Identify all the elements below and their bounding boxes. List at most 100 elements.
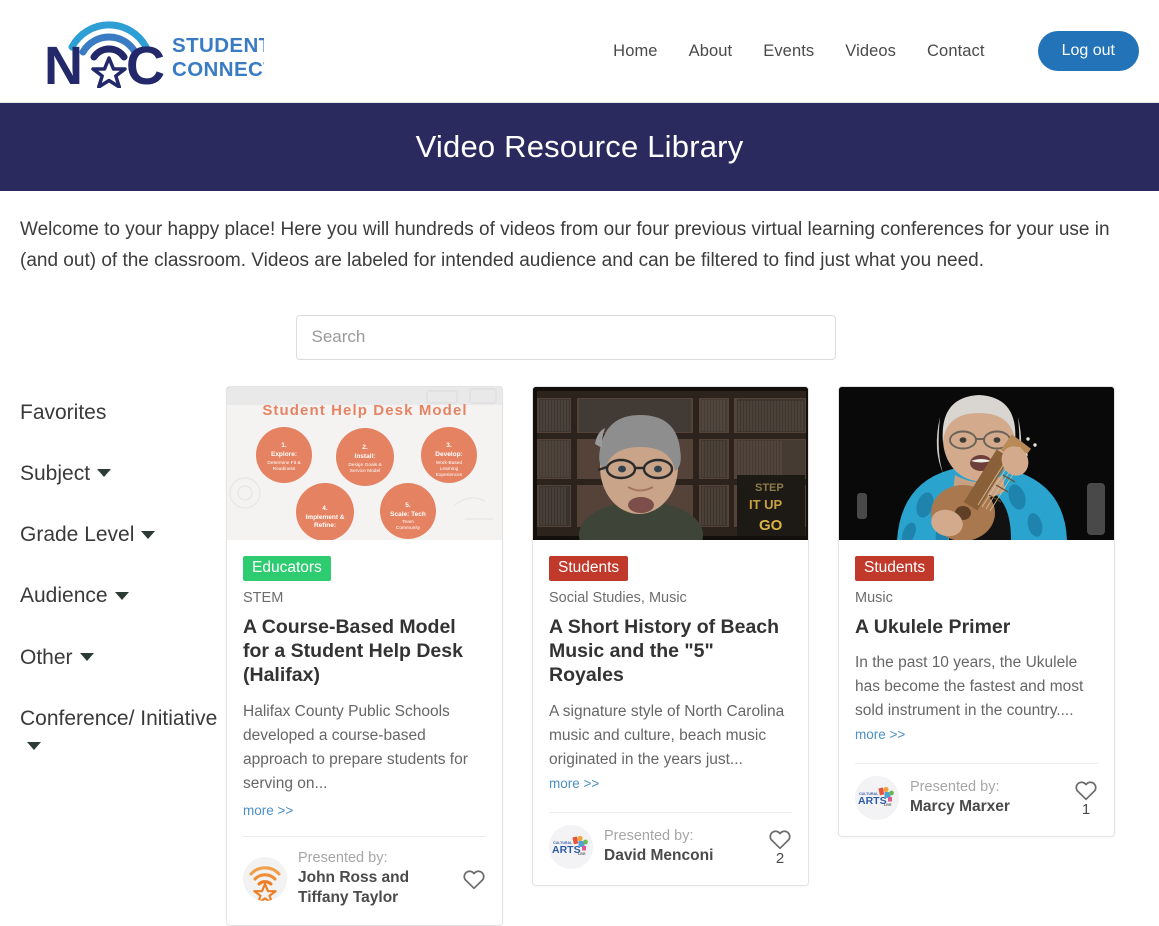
presented-by-label: Presented by: bbox=[604, 827, 694, 844]
video-card[interactable]: Student Help Desk Model 1. Explore: Dete… bbox=[226, 385, 503, 926]
avatar: CULTURAL ARTS LIVE bbox=[549, 824, 593, 869]
intro-section: Welcome to your happy place! Here you wi… bbox=[0, 191, 1159, 277]
nc-star-wifi-icon bbox=[243, 857, 287, 902]
presenter-meta: Presented by: David Menconi bbox=[604, 827, 753, 867]
chevron-down-icon bbox=[79, 653, 94, 662]
filter-label-conference-initiative: Conference/ Initiative bbox=[20, 707, 218, 731]
chevron-down-icon bbox=[97, 469, 112, 478]
presenter-name: Marcy Marxer bbox=[910, 797, 1010, 815]
favorite-count: 2 bbox=[775, 849, 785, 867]
site-logo[interactable]: N C STUDENT CONNECT bbox=[36, 14, 264, 88]
main-content: Favorites Subject Grade Level Audience O… bbox=[0, 360, 1159, 926]
card-title: A Ukulele Primer bbox=[855, 615, 1011, 638]
cultural-arts-live-logo-icon: CULTURAL ARTS LIVE bbox=[855, 775, 899, 820]
video-card[interactable]: Students Music A Ukulele Primer In the p… bbox=[838, 385, 1115, 837]
svg-text:N: N bbox=[44, 36, 83, 88]
nav-link-events[interactable]: Events bbox=[763, 42, 814, 61]
card-title: A Course-Based Model for a Student Help … bbox=[243, 615, 463, 687]
favorite-count: 1 bbox=[1081, 800, 1091, 818]
video-card-grid: Student Help Desk Model 1. Explore: Dete… bbox=[226, 385, 1139, 926]
card-body: Educators STEM A Course-Based Model for … bbox=[227, 540, 502, 837]
nav-link-about[interactable]: About bbox=[689, 42, 733, 61]
svg-text:GO: GO bbox=[759, 517, 783, 534]
nav-link-home[interactable]: Home bbox=[613, 42, 657, 61]
presenter-name: David Menconi bbox=[604, 846, 714, 864]
logout-button[interactable]: Log out bbox=[1037, 31, 1139, 71]
page-title: Video Resource Library bbox=[415, 129, 744, 164]
video-thumbnail-beach-music[interactable]: STEP IT UP GO bbox=[533, 386, 808, 540]
chevron-down-icon bbox=[114, 591, 129, 600]
thumbnail-photo-woman-ukulele bbox=[839, 386, 1114, 540]
presenter-meta: Presented by: Marcy Marxer bbox=[910, 778, 1059, 818]
nav-link-contact[interactable]: Contact bbox=[927, 42, 985, 61]
card-subject: STEM bbox=[243, 589, 284, 606]
intro-paragraph: Welcome to your happy place! Here you wi… bbox=[20, 219, 1110, 271]
thumbnail-slide-graphic: Student Help Desk Model 1. Explore: Dete… bbox=[227, 386, 502, 540]
video-card[interactable]: STEP IT UP GO Students Social Studies, M… bbox=[532, 385, 809, 886]
card-description: Halifax County Public Schools developed … bbox=[243, 702, 468, 792]
heart-icon bbox=[463, 870, 485, 889]
svg-text:STEP: STEP bbox=[755, 482, 784, 494]
presenter-name: John Ross and Tiffany Taylor bbox=[298, 868, 410, 907]
page-banner: Video Resource Library bbox=[0, 103, 1159, 191]
filter-label-grade-level: Grade Level bbox=[20, 523, 135, 547]
logo-text-student: STUDENT bbox=[172, 34, 264, 57]
favorite-toggle[interactable] bbox=[458, 868, 486, 891]
heart-icon bbox=[1075, 781, 1097, 801]
main-nav-links: Home About Events Videos Contact Log out bbox=[613, 31, 1139, 71]
cultural-arts-live-logo-icon: CULTURAL ARTS LIVE bbox=[549, 824, 593, 869]
chevron-down-icon bbox=[141, 530, 156, 539]
presenter-row: CULTURAL ARTS LIVE Presented by: bbox=[839, 764, 1114, 836]
svg-text:IT UP: IT UP bbox=[749, 497, 783, 512]
filter-sidebar: Favorites Subject Grade Level Audience O… bbox=[20, 386, 226, 926]
card-subject: Social Studies, Music bbox=[549, 589, 687, 606]
more-link[interactable]: more >> bbox=[549, 776, 599, 791]
logo-text-connect: CONNECT bbox=[172, 58, 264, 81]
card-title: A Short History of Beach Music and the "… bbox=[549, 615, 780, 687]
heart-icon bbox=[769, 830, 791, 849]
filter-other[interactable]: Other bbox=[20, 644, 226, 671]
search-input[interactable] bbox=[295, 314, 836, 360]
more-link[interactable]: more >> bbox=[855, 727, 905, 742]
filter-favorites[interactable]: Favorites bbox=[20, 399, 226, 426]
card-description-text: In the past 10 years, the Ukulele has be… bbox=[855, 653, 1084, 719]
nav-link-videos[interactable]: Videos bbox=[845, 42, 896, 61]
filter-audience[interactable]: Audience bbox=[20, 582, 226, 609]
filter-subject[interactable]: Subject bbox=[20, 460, 226, 487]
presenter-row: CULTURAL ARTS LIVE Presented by: bbox=[533, 813, 808, 885]
favorite-toggle[interactable]: 1 bbox=[1070, 779, 1098, 817]
svg-text:ARTS: ARTS bbox=[552, 844, 581, 856]
thumbnail-photo-man-library: STEP IT UP GO bbox=[533, 386, 808, 540]
presenter-row: Presented by: John Ross and Tiffany Tayl… bbox=[227, 837, 502, 926]
search-row bbox=[0, 314, 1159, 360]
nc-student-connect-logo: N C STUDENT CONNECT bbox=[44, 21, 264, 88]
card-description-text: A signature style of North Carolina musi… bbox=[549, 702, 785, 768]
video-thumbnail-help-desk-slide[interactable]: Student Help Desk Model 1. Explore: Dete… bbox=[227, 386, 502, 540]
audience-badge: Students bbox=[855, 555, 935, 581]
top-navigation-bar: N C STUDENT CONNECT Home About Events Vi… bbox=[0, 0, 1159, 103]
more-link[interactable]: more >> bbox=[243, 803, 293, 818]
filter-label-other: Other bbox=[20, 645, 73, 669]
filter-conference-initiative[interactable]: Conference/ Initiative bbox=[20, 705, 226, 760]
filter-label-favorites: Favorites bbox=[20, 400, 107, 424]
card-body: Students Music A Ukulele Primer In the p… bbox=[839, 540, 1114, 764]
svg-text:ARTS: ARTS bbox=[858, 795, 887, 807]
card-description: In the past 10 years, the Ukulele has be… bbox=[855, 651, 1098, 747]
svg-text:LIVE: LIVE bbox=[884, 803, 892, 807]
chevron-down-icon bbox=[27, 741, 41, 750]
filter-grade-level[interactable]: Grade Level bbox=[20, 521, 226, 548]
presenter-meta: Presented by: John Ross and Tiffany Tayl… bbox=[298, 849, 447, 910]
presented-by-label: Presented by: bbox=[298, 849, 388, 866]
audience-badge: Students bbox=[549, 555, 629, 581]
avatar bbox=[243, 857, 287, 902]
video-thumbnail-ukulele[interactable] bbox=[839, 386, 1114, 540]
card-description: A signature style of North Carolina musi… bbox=[549, 700, 792, 796]
svg-text:LIVE: LIVE bbox=[578, 852, 586, 856]
card-body: Students Social Studies, Music A Short H… bbox=[533, 540, 808, 813]
audience-badge: Educators bbox=[243, 555, 331, 581]
filter-label-audience: Audience bbox=[20, 584, 108, 608]
avatar: CULTURAL ARTS LIVE bbox=[855, 775, 899, 820]
filter-label-subject: Subject bbox=[20, 461, 91, 485]
favorite-toggle[interactable]: 2 bbox=[764, 828, 792, 866]
presented-by-label: Presented by: bbox=[910, 779, 1000, 796]
